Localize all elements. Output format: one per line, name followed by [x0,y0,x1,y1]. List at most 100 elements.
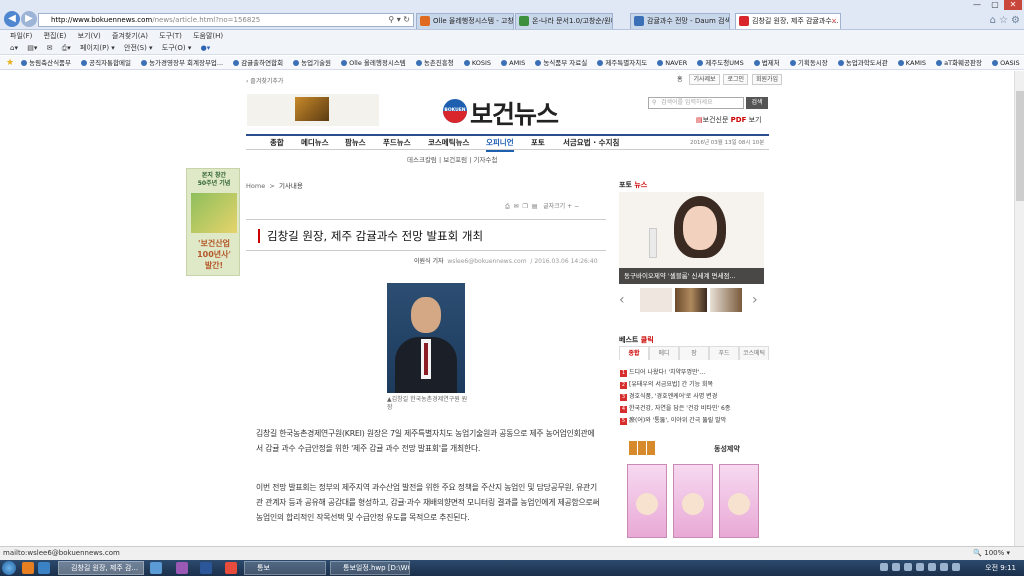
tray-icon[interactable] [880,563,888,571]
fav-item[interactable]: KAMIS [898,59,926,67]
nav-item-active[interactable]: 오피니언 [486,136,514,152]
mail-icon[interactable]: ✉ [47,44,53,52]
side-ad-banner[interactable]: 본지 창간 50주년 기념 '보건산업 100년사' 발간! [186,168,240,276]
fav-item[interactable]: 농가경영장부 회계장부업... [141,59,223,67]
photo-thumbnail[interactable] [710,288,742,312]
best-list-item[interactable]: 2 [유태우의 서금요법] 간 기능 회복 [620,379,713,389]
pdf-link[interactable]: ▤보건신문 PDF 보기 [696,115,761,125]
nav-item[interactable]: 메디뉴스 [301,136,329,150]
feeds-icon[interactable]: ▤▾ [27,44,37,52]
nav-item[interactable]: 푸드뉴스 [383,136,411,150]
close-window-icon[interactable]: ✕ [1004,0,1022,10]
taskbar-app-icon[interactable] [22,562,34,574]
sub-nav[interactable]: 데스크칼럼 | 보건포럼 | 기자수첩 [407,154,497,164]
cmd-safety[interactable]: 안전(S) ▾ [124,44,153,52]
copy-icon[interactable]: ❐ [523,203,528,210]
tab-olle[interactable]: Olle 올레행정시스템 - 고창순/... [416,13,514,29]
tab-best-pharm[interactable]: 팜 [679,346,709,360]
font-plus-icon[interactable]: + [567,203,572,210]
menu-file[interactable]: 파일(F) [10,32,32,40]
clock[interactable]: 오전 9:11 [985,560,1016,576]
right-ad-banner[interactable]: 동성제약 [619,438,769,546]
fav-item[interactable]: aT화훼공판장 [936,59,982,67]
nav-item[interactable]: 서금요법 · 수지침 [563,136,619,150]
tray-icon[interactable] [904,563,912,571]
home-link[interactable]: 홈 [674,75,686,84]
prev-arrow-icon[interactable]: ‹ [619,292,625,308]
tray-icon[interactable] [940,563,948,571]
header-banner[interactable] [247,94,379,126]
scroll-thumb[interactable] [1016,91,1024,201]
tab-best-all[interactable]: 종합 [619,346,649,360]
taskbar-app-icon[interactable] [200,562,212,574]
cmd-tools[interactable]: 도구(O) ▾ [162,44,192,52]
nav-item[interactable]: 팜뉴스 [345,136,366,150]
taskbar-window-hwp[interactable]: 통보일정.hwp [D:\W0... [330,561,410,575]
forward-icon[interactable]: ▶ [21,11,37,27]
bookmark-link[interactable]: › 즐겨찾기추가 [246,76,283,85]
taskbar-app-icon[interactable] [225,562,237,574]
photo-thumbnail[interactable] [675,288,707,312]
close-tab-icon[interactable]: × [831,14,837,28]
favorites-star-icon[interactable]: ☆ [999,15,1008,26]
fav-item[interactable]: AMIS [501,59,525,67]
fav-item[interactable]: 농업과학도서관 [838,59,888,67]
tab-onnara[interactable]: 온-나라 문서1.0/고창순/원예... [515,13,613,29]
tray-icon[interactable] [952,563,960,571]
tab-daum[interactable]: 감귤과수 전망 - Daum 검색 [630,13,730,29]
fav-item[interactable]: 기획동시장 [790,59,828,67]
tab-best-food[interactable]: 푸드 [709,346,739,360]
fav-item[interactable]: OASIS [992,59,1020,67]
list-icon[interactable]: ▤ [532,203,538,210]
fav-item[interactable]: 농촌진흥청 [416,59,454,67]
login-link[interactable]: 로그인 [723,74,749,85]
tray-icon[interactable] [928,563,936,571]
fav-item[interactable]: Olle 올레행정시스템 [341,59,406,67]
print-icon[interactable]: ⎙▾ [62,44,71,52]
best-list-item[interactable]: 4 한국건강, 자연을 담은 '건강 비타민' 6종 [620,403,730,413]
search-refresh-icon[interactable]: ⚲ ▾ ↻ [388,14,410,26]
print-icon[interactable]: ⎙ [505,203,510,210]
minimize-icon[interactable]: — [968,0,986,10]
gear-icon[interactable]: ⚙ [1011,15,1020,26]
favorites-star-icon[interactable]: ★ [6,58,14,68]
taskbar-window-notice[interactable]: 통보 [244,561,326,575]
nav-item[interactable]: 코스메틱뉴스 [428,136,469,150]
report-link[interactable]: 기사제보 [689,74,720,85]
taskbar-app-icon[interactable] [176,562,188,574]
fav-item[interactable]: 법제처 [754,59,780,67]
tab-bokuen[interactable]: 김창길 원장, 제주 감귤과수... × [735,13,841,29]
tray-icon[interactable] [916,563,924,571]
best-list-item[interactable]: 1 드디어 나왔다! '치약뚜껑만'… [620,367,705,377]
fav-item[interactable]: 제주도청UMS [697,59,743,67]
fav-item[interactable]: 농업기술원 [293,59,331,67]
email-icon[interactable]: ✉ [514,203,519,210]
breadcrumb-home[interactable]: Home [246,182,265,190]
tray-icon[interactable] [892,563,900,571]
fav-item[interactable]: KOSIS [464,59,491,67]
tab-best-cosmetic[interactable]: 코스메틱 [739,346,769,360]
address-bar[interactable]: http://www.bokuennews.com/news/article.h… [38,13,414,27]
back-icon[interactable]: ◀ [4,11,20,27]
taskbar-app-icon[interactable] [150,562,162,574]
taskbar-window-browser[interactable]: 김창길 원장, 제주 감... [58,561,144,575]
fav-item[interactable]: 농림축산식품부 [21,59,71,67]
menu-edit[interactable]: 편집(E) [44,32,67,40]
menu-favorites[interactable]: 즐겨찾기(A) [112,32,148,40]
help-icon[interactable]: ●▾ [201,44,211,52]
menu-view[interactable]: 보기(V) [78,32,101,40]
home-icon[interactable]: ⌂ [990,15,996,26]
search-input[interactable]: 검색어를 입력하세요 [648,97,744,109]
fav-item[interactable]: 공직자통합메일 [81,59,131,67]
maximize-icon[interactable]: ▢ [986,0,1004,10]
reporter-name[interactable]: 이원식 기자 [414,258,444,265]
nav-item[interactable]: 종합 [270,136,284,150]
font-minus-icon[interactable]: − [574,203,579,210]
zoom-level[interactable]: 🔍 100% ▾ [973,547,1010,560]
best-list-item[interactable]: 3 경호식품, '경호엔케어'로 사명 변경 [620,391,717,401]
reporter-email[interactable]: wslee6@bokuennews.com [447,258,526,265]
photo-news-caption[interactable]: 동구바이오제약 '셀블룸' 신세계 면세점... [619,268,764,284]
photo-thumbnail[interactable] [640,288,672,312]
join-link[interactable]: 회원가입 [751,74,783,85]
start-button[interactable] [2,561,16,575]
